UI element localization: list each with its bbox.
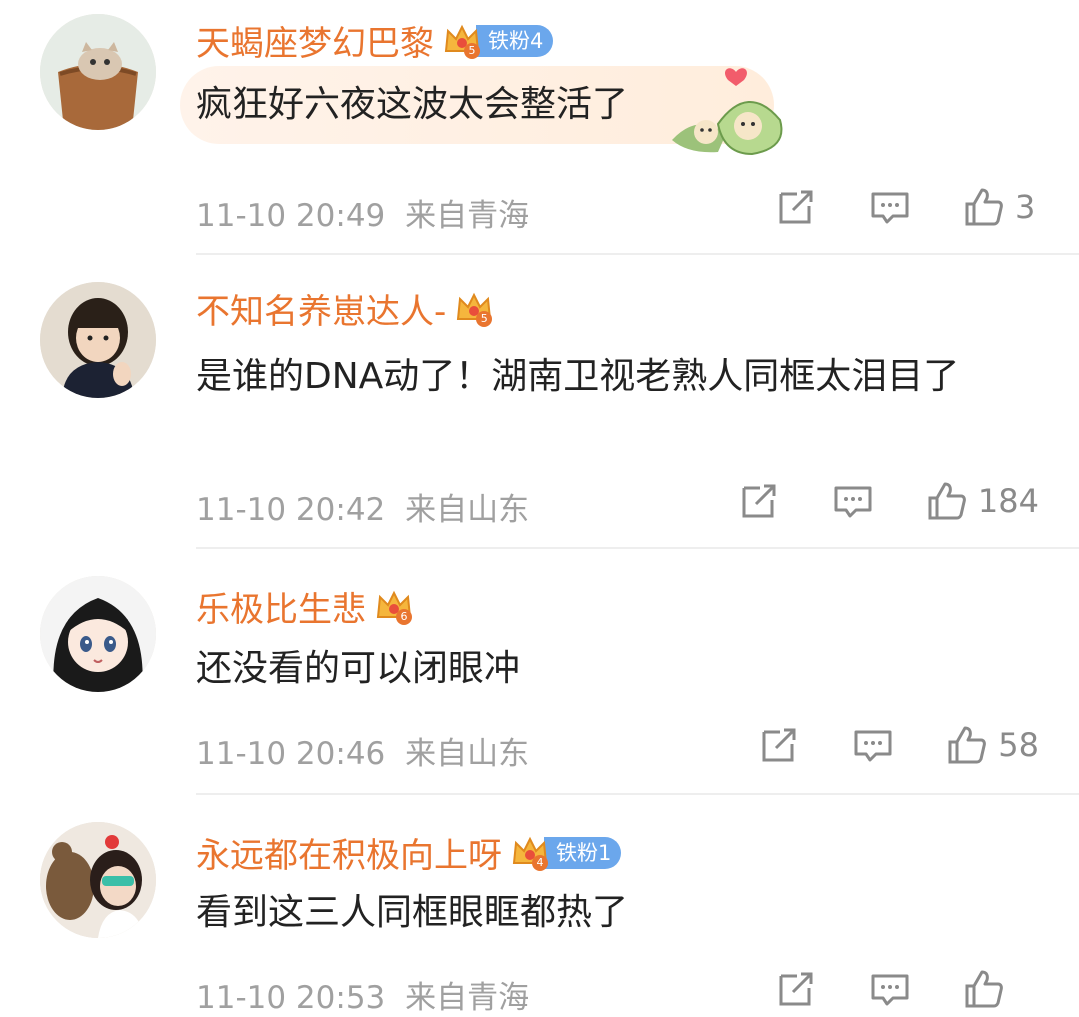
crown-level: 6 — [396, 608, 412, 625]
like-button[interactable]: 58 — [946, 724, 1039, 766]
comment-location: 来自青海 — [405, 980, 530, 1016]
comment-item: 乐极比生悲 6 还没看的可以闭眼冲 11-10 20:46 来自山东 58 — [0, 550, 1079, 796]
crown-icon: 5 — [442, 21, 482, 61]
comment-icon — [834, 486, 872, 518]
comment-text: 疯狂好六夜这波太会整活了 — [196, 84, 629, 125]
avatar[interactable] — [40, 576, 156, 692]
comment-item: 永远都在积极向上呀 4 铁粉1 看到这三人同框眼眶都热了 11-10 20:53… — [0, 796, 1079, 1016]
share-button[interactable] — [775, 186, 817, 228]
comment-item: 不知名养崽达人- 5 是谁的DNA动了！湖南卫视老熟人同框太泪目了 11-10 … — [0, 258, 1079, 550]
avatar[interactable] — [40, 822, 156, 938]
crown-icon: 4 — [510, 833, 550, 873]
username[interactable]: 永远都在积极向上呀 — [196, 828, 502, 877]
username[interactable]: 天蝎座梦幻巴黎 — [196, 16, 434, 65]
comment-icon — [871, 192, 909, 224]
girl-avatar-image — [40, 822, 156, 938]
cat-avatar-image — [40, 14, 156, 130]
share-button[interactable] — [738, 480, 780, 522]
reply-button[interactable] — [852, 724, 894, 766]
like-button[interactable] — [963, 968, 1039, 1010]
comment-time: 11-10 20:46 — [196, 736, 386, 772]
child-avatar-image — [40, 282, 156, 398]
username[interactable]: 乐极比生悲 — [196, 582, 366, 631]
reply-button[interactable] — [869, 186, 911, 228]
divider — [196, 547, 1079, 549]
share-button[interactable] — [775, 968, 817, 1010]
like-count: 184 — [977, 482, 1039, 520]
like-count: 58 — [998, 726, 1039, 764]
thumbs-up-icon — [948, 726, 987, 764]
like-button[interactable]: 184 — [926, 480, 1039, 522]
thumbs-up-icon — [965, 188, 1003, 226]
comment-item: 天蝎座梦幻巴黎 5 铁粉4 疯狂好六夜这波太会整活了 11-10 20:49 来… — [0, 0, 1079, 258]
crown-level: 4 — [532, 854, 548, 871]
fan-badge: 铁粉4 — [476, 24, 554, 57]
thumbs-up-icon — [928, 482, 966, 520]
comment-time: 11-10 20:42 — [196, 492, 386, 528]
comment-location: 来自青海 — [405, 198, 530, 234]
avatar[interactable] — [40, 14, 156, 130]
divider — [196, 793, 1079, 795]
like-button[interactable]: 3 — [963, 186, 1039, 228]
divider — [196, 253, 1079, 255]
crown-icon: 6 — [374, 587, 414, 627]
share-icon — [762, 728, 796, 762]
comment-icon — [854, 730, 892, 762]
comment-icon — [871, 974, 909, 1006]
comment-time: 11-10 20:49 — [196, 198, 386, 234]
comment-location: 来自山东 — [405, 736, 530, 772]
share-icon — [742, 484, 776, 518]
fan-badge: 铁粉1 — [544, 836, 622, 869]
comment-text: 是谁的DNA动了！湖南卫视老熟人同框太泪目了 — [196, 356, 960, 397]
share-icon — [779, 190, 813, 224]
reply-button[interactable] — [832, 480, 874, 522]
reply-button[interactable] — [869, 968, 911, 1010]
like-count: 3 — [1015, 188, 1036, 226]
crown-level: 5 — [464, 42, 480, 59]
comment-location: 来自山东 — [405, 492, 530, 528]
share-button[interactable] — [758, 724, 800, 766]
avatar[interactable] — [40, 282, 156, 398]
comment-text: 看到这三人同框眼眶都热了 — [196, 892, 629, 933]
share-icon — [779, 972, 813, 1006]
anime-avatar-image — [40, 576, 156, 692]
thumbs-up-icon — [965, 970, 1003, 1008]
comment-text: 还没看的可以闭眼冲 — [196, 648, 521, 689]
comment-time: 11-10 20:53 — [196, 980, 386, 1016]
crown-level: 5 — [476, 310, 493, 327]
username[interactable]: 不知名养崽达人- — [196, 284, 446, 333]
crown-icon: 5 — [454, 289, 494, 329]
zongzi-sticker-icon — [672, 68, 783, 156]
